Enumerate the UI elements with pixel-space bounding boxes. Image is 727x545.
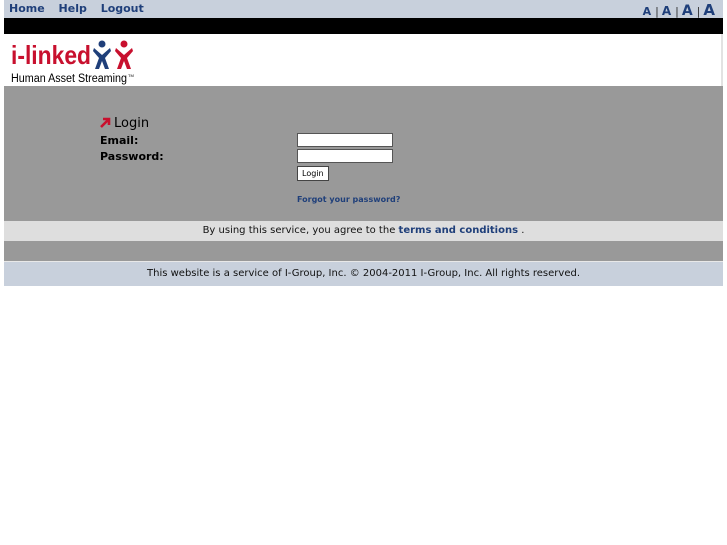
login-button[interactable]: Login (297, 166, 329, 181)
email-field[interactable] (297, 133, 393, 147)
logo-trademark: TM (128, 73, 134, 78)
footer: This website is a service of I-Group, In… (4, 261, 723, 286)
logo-brand-text: i-linked (11, 40, 91, 70)
font-size-separator: | (655, 5, 659, 18)
terms-prefix: By using this service, you agree to the (202, 225, 396, 236)
nav-logout-link[interactable]: Logout (101, 2, 144, 15)
i-linked-logo: i-linked Human Asset Streaming TM (11, 40, 134, 85)
terms-notice: By using this service, you agree to the … (4, 221, 723, 241)
font-size-separator: | (696, 5, 701, 18)
top-navigation: Home Help Logout A | A | A | A (4, 0, 723, 19)
password-field[interactable] (297, 149, 393, 163)
logo-area: i-linked Human Asset Streaming TM (4, 34, 723, 86)
terms-link[interactable]: terms and conditions (399, 225, 519, 236)
arrow-up-right-icon (100, 117, 111, 128)
login-heading: Login (100, 116, 149, 131)
copyright-text: This website is a service of I-Group, In… (147, 268, 580, 279)
page-frame: Home Help Logout A | A | A | A i-linked Human … (4, 0, 723, 286)
font-size-medium-button[interactable]: A (662, 4, 671, 18)
email-label: Email: (100, 134, 139, 147)
terms-suffix: . (521, 225, 525, 236)
font-size-xlarge-button[interactable]: A (703, 1, 715, 19)
logo-tagline: Human Asset Streaming (11, 73, 127, 85)
font-size-small-button[interactable]: A (643, 5, 652, 18)
font-size-controls: A | A | A | A (643, 0, 715, 19)
nav-home-link[interactable]: Home (9, 2, 45, 15)
password-label: Password: (100, 150, 164, 163)
nav-help-link[interactable]: Help (59, 2, 87, 15)
nav-links: Home Help Logout (9, 2, 154, 15)
font-size-large-button[interactable]: A (682, 3, 693, 19)
logo-figures-icon (93, 40, 133, 69)
header-black-bar (4, 18, 723, 34)
login-panel: Login Email: Password: Login Forgot your… (4, 86, 723, 221)
spacer-bar (4, 241, 723, 261)
font-size-separator: | (675, 5, 679, 18)
forgot-password-link[interactable]: Forgot your password? (297, 195, 400, 204)
login-title-text: Login (114, 116, 150, 131)
